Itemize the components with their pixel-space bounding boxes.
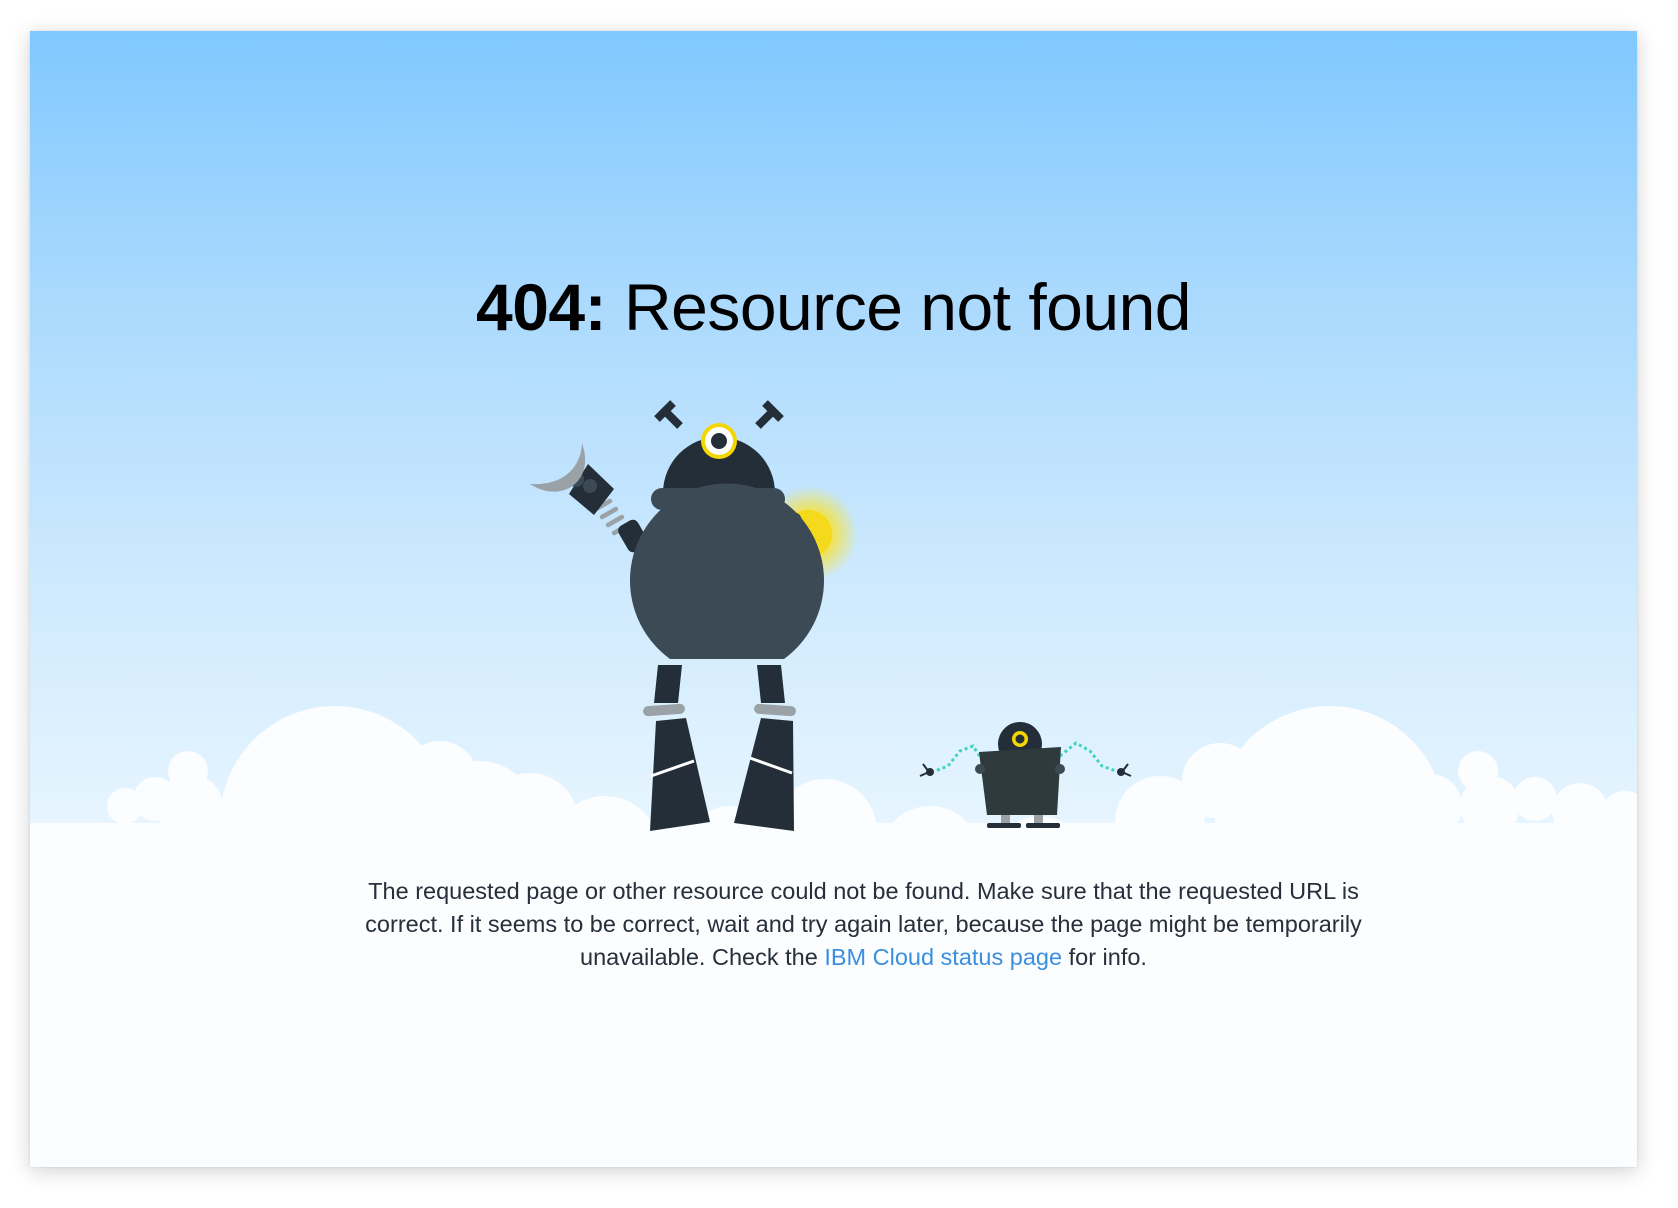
ibm-cloud-status-link[interactable]: IBM Cloud status page	[824, 944, 1062, 970]
error-message: The requested page or other resource cou…	[360, 875, 1367, 974]
big-robot-icon	[530, 400, 858, 831]
error-page: 404: Resource not found The requested pa…	[30, 31, 1637, 1167]
small-robot-icon	[919, 722, 1132, 828]
message-text-end: for info.	[1062, 944, 1147, 970]
robots-illustration	[530, 400, 1132, 831]
